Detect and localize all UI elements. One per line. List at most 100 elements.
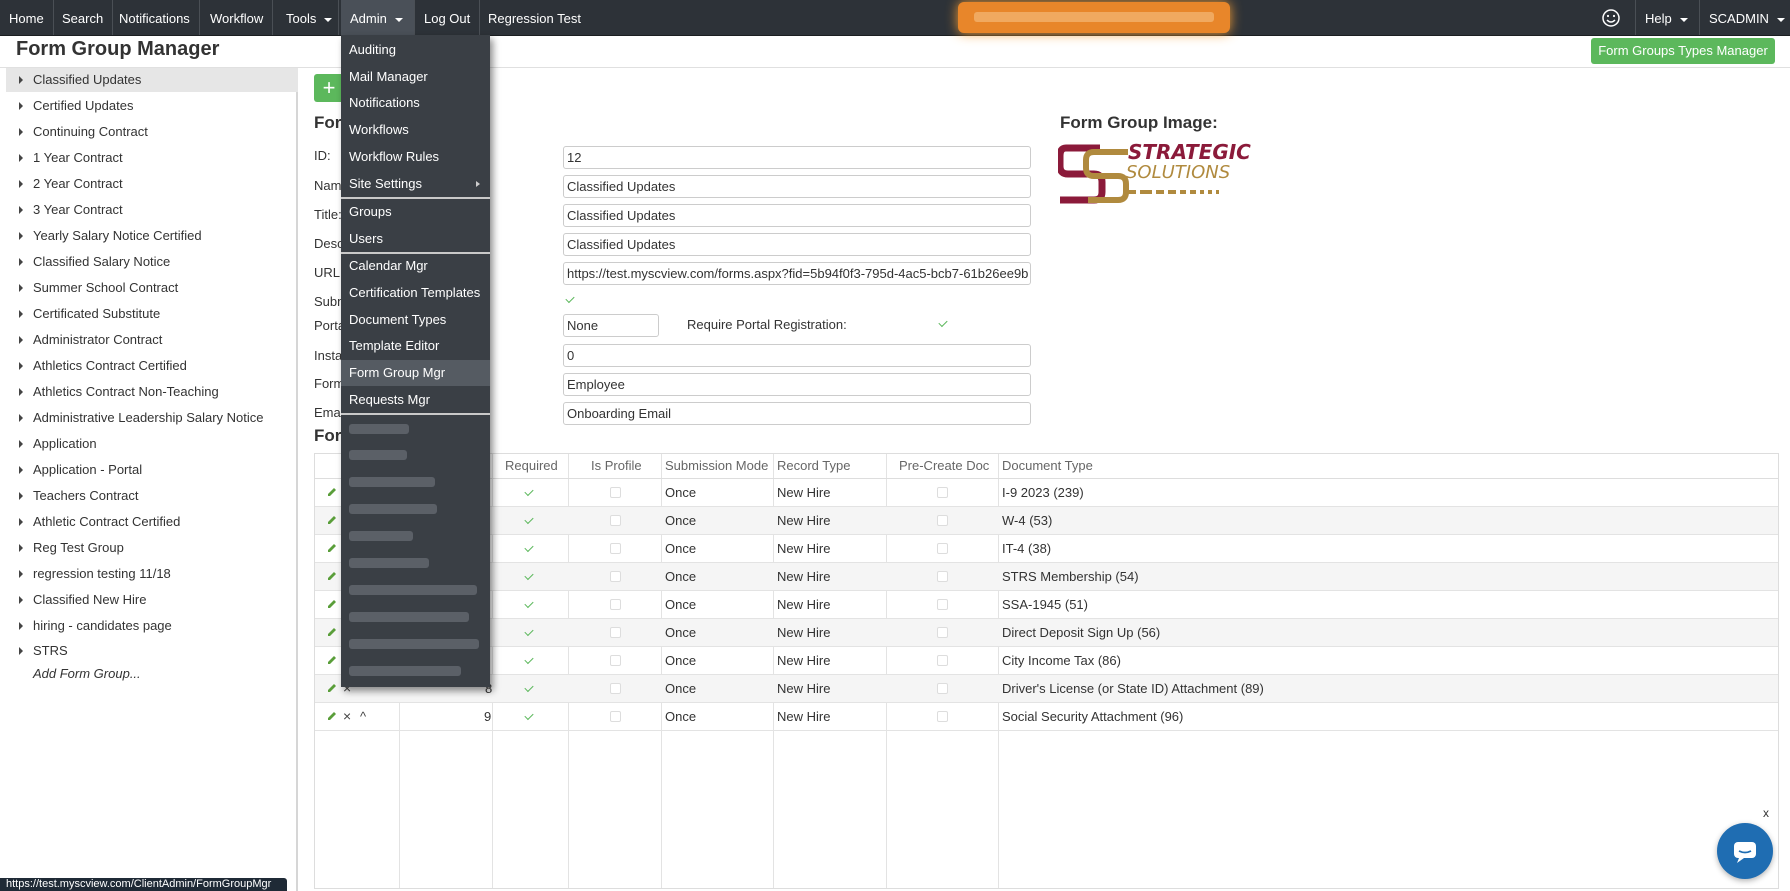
blurred-menu-item[interactable]	[349, 585, 477, 595]
table-row[interactable]: Once New Hire City Income Tax (86)	[315, 647, 1778, 675]
move-up-icon[interactable]: ^	[360, 709, 366, 724]
caret-right-icon[interactable]	[19, 518, 23, 526]
caret-right-icon[interactable]	[19, 466, 23, 474]
pre-create-doc-checkbox[interactable]	[937, 599, 948, 610]
pre-create-doc-checkbox[interactable]	[937, 683, 948, 694]
blurred-menu-item[interactable]	[349, 424, 409, 434]
tree-item[interactable]: 1 Year Contract	[6, 146, 298, 170]
table-row[interactable]: Once New Hire STRS Membership (54)	[315, 563, 1778, 591]
title-field[interactable]: Classified Updates	[563, 204, 1031, 227]
tree-item[interactable]: Certificated Substitute	[6, 302, 298, 326]
pencil-icon[interactable]	[327, 683, 337, 693]
tree-item[interactable]: Administrator Contract	[6, 328, 298, 352]
nav-home[interactable]: Home	[0, 0, 54, 35]
table-row[interactable]: Once New Hire SSA-1945 (51)	[315, 591, 1778, 619]
pencil-icon[interactable]	[327, 571, 337, 581]
column-header-is-profile[interactable]: Is Profile	[591, 454, 642, 478]
caret-right-icon[interactable]	[19, 128, 23, 136]
is-profile-checkbox[interactable]	[610, 515, 621, 526]
tree-item[interactable]: Classified Updates	[6, 68, 298, 92]
caret-right-icon[interactable]	[19, 310, 23, 318]
caret-right-icon[interactable]	[19, 440, 23, 448]
caret-right-icon[interactable]	[19, 362, 23, 370]
nav-workflow[interactable]: Workflow	[201, 0, 274, 35]
column-header-submission-mode[interactable]: Submission Mode	[665, 454, 768, 478]
menu-item-mail-manager[interactable]: Mail Manager	[341, 64, 490, 90]
column-header-document-type[interactable]: Document Type	[1002, 454, 1093, 478]
tree-item[interactable]: Teachers Contract	[6, 484, 298, 508]
tree-item[interactable]: 3 Year Contract	[6, 198, 298, 222]
caret-right-icon[interactable]	[19, 647, 23, 655]
table-row[interactable]: Once New Hire Direct Deposit Sign Up (56…	[315, 619, 1778, 647]
menu-item-groups[interactable]: Groups	[341, 199, 490, 225]
tree-item[interactable]: Application	[6, 432, 298, 456]
id-field[interactable]: 12	[563, 146, 1031, 169]
caret-right-icon[interactable]	[19, 336, 23, 344]
column-header-pre-create-doc[interactable]: Pre-Create Doc	[899, 454, 989, 478]
pre-create-doc-checkbox[interactable]	[937, 487, 948, 498]
pencil-icon[interactable]	[327, 711, 337, 721]
tree-item[interactable]: Classified New Hire	[6, 588, 298, 612]
column-header-required[interactable]: Required	[505, 454, 558, 478]
blurred-menu-item[interactable]	[349, 504, 437, 514]
caret-right-icon[interactable]	[19, 232, 23, 240]
smiley-icon[interactable]	[1601, 8, 1621, 31]
tree-item[interactable]: Application - Portal	[6, 458, 298, 482]
url-field[interactable]: https://test.myscview.com/forms.aspx?fid…	[563, 262, 1031, 285]
is-profile-checkbox[interactable]	[610, 599, 621, 610]
nav-tools[interactable]: Tools	[277, 0, 339, 35]
pencil-icon[interactable]	[327, 515, 337, 525]
table-row[interactable]: Once New Hire IT-4 (38)	[315, 535, 1778, 563]
delete-x-icon[interactable]: ×	[343, 709, 351, 723]
table-row[interactable]: × 8 Once New Hire Driver's License (or S…	[315, 675, 1778, 703]
require-portal-registration-checkbox[interactable]	[938, 317, 948, 328]
menu-item-document-types[interactable]: Document Types	[341, 307, 490, 333]
chat-close-button[interactable]: x	[1763, 806, 1769, 820]
form-type-field[interactable]: Employee	[563, 373, 1031, 396]
nav-user-menu[interactable]: SCADMIN	[1699, 0, 1790, 35]
menu-item-site-settings[interactable]: Site Settings	[341, 171, 490, 197]
menu-item-form-group-mgr[interactable]: Form Group Mgr	[341, 360, 490, 386]
caret-right-icon[interactable]	[19, 206, 23, 214]
caret-right-icon[interactable]	[19, 622, 23, 630]
menu-item-certification-templates[interactable]: Certification Templates	[341, 280, 490, 306]
nav-notifications[interactable]: Notifications	[110, 0, 200, 35]
menu-item-notifications[interactable]: Notifications	[341, 90, 490, 116]
table-row[interactable]: Once New Hire I-9 2023 (239)	[315, 479, 1778, 507]
blurred-menu-item[interactable]	[349, 450, 407, 460]
pre-create-doc-checkbox[interactable]	[937, 515, 948, 526]
is-profile-checkbox[interactable]	[610, 683, 621, 694]
add-button[interactable]: +	[314, 74, 344, 102]
tree-item[interactable]: Continuing Contract	[6, 120, 298, 144]
tree-item[interactable]: Athletics Contract Certified	[6, 354, 298, 378]
tree-item[interactable]: Classified Salary Notice	[6, 250, 298, 274]
blurred-menu-item[interactable]	[349, 477, 435, 487]
menu-item-requests-mgr[interactable]: Requests Mgr	[341, 387, 490, 413]
pencil-icon[interactable]	[327, 487, 337, 497]
portal-select[interactable]: None	[563, 314, 659, 337]
menu-item-auditing[interactable]: Auditing	[341, 37, 490, 63]
is-profile-checkbox[interactable]	[610, 543, 621, 554]
column-header-record-type[interactable]: Record Type	[777, 454, 850, 478]
menu-item-workflow-rules[interactable]: Workflow Rules	[341, 144, 490, 170]
menu-item-users[interactable]: Users	[341, 226, 490, 252]
pre-create-doc-checkbox[interactable]	[937, 571, 948, 582]
tree-item[interactable]: Athletics Contract Non-Teaching	[6, 380, 298, 404]
blurred-menu-item[interactable]	[349, 612, 469, 622]
caret-right-icon[interactable]	[19, 544, 23, 552]
tree-item[interactable]: 2 Year Contract	[6, 172, 298, 196]
pencil-icon[interactable]	[327, 627, 337, 637]
caret-right-icon[interactable]	[19, 258, 23, 266]
nav-search[interactable]: Search	[53, 0, 114, 35]
tree-item[interactable]: Reg Test Group	[6, 536, 298, 560]
is-profile-checkbox[interactable]	[610, 711, 621, 722]
table-row[interactable]: × ^ 9 Once New Hire Social Security Atta…	[315, 703, 1778, 731]
menu-item-calendar-mgr[interactable]: Calendar Mgr	[341, 253, 490, 279]
name-field[interactable]: Classified Updates	[563, 175, 1031, 198]
is-profile-checkbox[interactable]	[610, 627, 621, 638]
pre-create-doc-checkbox[interactable]	[937, 655, 948, 666]
tree-item[interactable]: Athletic Contract Certified	[6, 510, 298, 534]
caret-right-icon[interactable]	[19, 596, 23, 604]
tree-item[interactable]: hiring - candidates page	[6, 614, 298, 638]
pencil-icon[interactable]	[327, 543, 337, 553]
